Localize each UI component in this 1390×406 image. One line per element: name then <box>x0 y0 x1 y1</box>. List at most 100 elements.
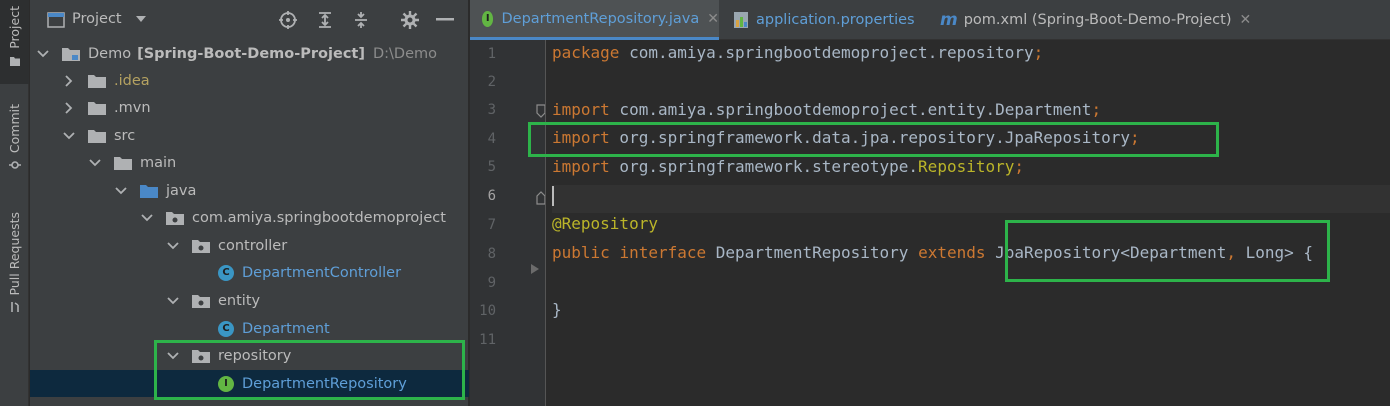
collapse-all-icon[interactable] <box>352 10 370 30</box>
minimize-icon[interactable] <box>436 18 454 22</box>
expand-all-icon[interactable] <box>316 10 334 30</box>
editor-area: I DepartmentRepository.java ✕ applicatio… <box>470 0 1390 406</box>
chevron-down-icon[interactable] <box>88 156 102 170</box>
folder-icon <box>114 156 132 170</box>
chevron-down-icon[interactable] <box>140 211 154 225</box>
tool-tab-commit[interactable]: Commit <box>0 104 29 171</box>
tree-row-department[interactable]: C Department <box>30 315 469 342</box>
chevron-down-icon[interactable] <box>114 184 128 198</box>
line-number: 5 <box>487 159 496 175</box>
keyword: package <box>552 43 620 62</box>
close-icon[interactable]: ✕ <box>707 11 719 27</box>
module-folder-icon <box>62 47 80 61</box>
brace: } <box>552 300 562 319</box>
tree-label-department: Department <box>242 320 330 337</box>
tool-window-strip: Project Commit Pull Requests <box>0 0 29 406</box>
code-line-10: } <box>552 300 562 328</box>
package-icon <box>166 211 184 225</box>
package-icon <box>192 239 210 253</box>
line-number: 7 <box>487 217 496 233</box>
gear-icon[interactable] <box>400 10 420 30</box>
close-icon[interactable]: ✕ <box>1240 12 1252 28</box>
class-icon: C <box>218 264 234 281</box>
line-number: 10 <box>479 303 496 319</box>
folder-icon <box>88 74 106 88</box>
keyword: extends <box>918 243 986 262</box>
text-caret <box>552 185 554 206</box>
implemented-gutter-icon[interactable] <box>530 263 540 275</box>
code-text: com.amiya.springbootdemoproject.reposito… <box>619 43 1034 62</box>
tree-label-idea: .idea <box>114 72 150 89</box>
tool-tab-pull-requests-label: Pull Requests <box>7 212 22 296</box>
chevron-down-icon[interactable] <box>166 239 180 253</box>
keyword: interface <box>619 243 707 262</box>
editor-tab-application-properties[interactable]: application.properties <box>728 0 915 40</box>
project-view-icon <box>47 12 65 28</box>
editor-tab-bar: I DepartmentRepository.java ✕ applicatio… <box>470 0 1390 40</box>
line-number: 6 <box>487 188 496 204</box>
tree-row-controller[interactable]: controller <box>30 232 469 259</box>
keyword: import <box>552 100 610 119</box>
folder-icon <box>88 129 106 143</box>
tree-row-package-root[interactable]: com.amiya.springbootdemoproject <box>30 204 469 231</box>
tree-row-src[interactable]: src <box>30 122 469 149</box>
interface-icon: I <box>482 10 494 27</box>
highlight-box-import <box>528 122 1219 157</box>
line-number: 4 <box>487 131 496 147</box>
tree-label-controller: controller <box>218 237 288 254</box>
tool-tab-project[interactable]: Project <box>0 0 29 84</box>
pull-request-icon <box>10 302 19 313</box>
chevron-down-icon[interactable] <box>62 129 76 143</box>
project-panel: Project Demo [Spring-Boot-Demo-Project] … <box>30 0 469 406</box>
tree-row-main[interactable]: main <box>30 149 469 176</box>
editor-tab-label: pom.xml (Spring-Boot-Demo-Project) <box>963 12 1232 28</box>
tree-label-main: main <box>140 154 177 171</box>
project-panel-title: Project <box>72 11 122 27</box>
line-number: 11 <box>479 332 496 348</box>
chevron-down-icon[interactable] <box>36 47 50 61</box>
tree-row-mvn[interactable]: .mvn <box>30 94 469 121</box>
tree-row-demo[interactable]: Demo [Spring-Boot-Demo-Project] D:\Demo <box>30 40 469 67</box>
tree-label-project-name: [Spring-Boot-Demo-Project] <box>137 45 365 62</box>
interface-name: DepartmentRepository <box>715 243 909 262</box>
code-line-6-current <box>552 185 1390 213</box>
tree-label-mvn: .mvn <box>114 99 151 116</box>
tool-tab-pull-requests[interactable]: Pull Requests <box>0 212 29 313</box>
tree-row-idea[interactable]: .idea <box>30 67 469 94</box>
editor-tab-department-repository[interactable]: I DepartmentRepository.java ✕ <box>470 0 719 40</box>
code-line-5: import org.springframework.stereotype.Re… <box>552 157 1024 185</box>
code-text: org.springframework.stereotype. <box>609 157 919 176</box>
highlight-box-repository <box>154 340 465 400</box>
highlight-box-extends <box>1005 220 1330 282</box>
tool-tab-project-label: Project <box>7 6 22 49</box>
source-folder-icon <box>140 184 158 198</box>
code-text: com.amiya.springbootdemoproject.entity.D… <box>609 100 1092 119</box>
punct: ; <box>1091 100 1102 119</box>
tree-row-entity[interactable]: entity <box>30 287 469 314</box>
class-icon: C <box>218 320 234 337</box>
chevron-down-icon[interactable] <box>134 13 148 25</box>
editor-tab-pom-xml[interactable]: m pom.xml (Spring-Boot-Demo-Project) ✕ <box>940 0 1251 40</box>
line-number: 8 <box>487 246 496 262</box>
keyword: public <box>552 243 610 262</box>
tree-label-department-controller: DepartmentController <box>242 264 402 281</box>
tree-label-entity: entity <box>218 292 261 309</box>
folder-icon <box>88 101 106 115</box>
line-number-gutter: 1 2 3 4 5 6 7 8 9 10 11 <box>470 40 546 406</box>
editor-tab-label: DepartmentRepository.java <box>501 10 700 27</box>
chevron-right-icon[interactable] <box>62 101 76 115</box>
chevron-right-icon[interactable] <box>62 74 76 88</box>
chevron-down-icon[interactable] <box>166 294 180 308</box>
tree-row-java[interactable]: java <box>30 177 469 204</box>
annotation: @Repository <box>552 214 658 233</box>
tool-tab-commit-label: Commit <box>7 104 22 154</box>
locate-file-icon[interactable] <box>278 10 298 30</box>
keyword: import <box>552 157 610 176</box>
editor-tab-label: application.properties <box>756 12 915 28</box>
package-icon <box>192 294 210 308</box>
tree-row-department-controller[interactable]: C DepartmentController <box>30 259 469 286</box>
code-line-7: @Repository <box>552 214 658 242</box>
line-number: 2 <box>487 74 496 90</box>
line-number: 3 <box>487 102 496 118</box>
gutter-separator <box>545 40 546 406</box>
